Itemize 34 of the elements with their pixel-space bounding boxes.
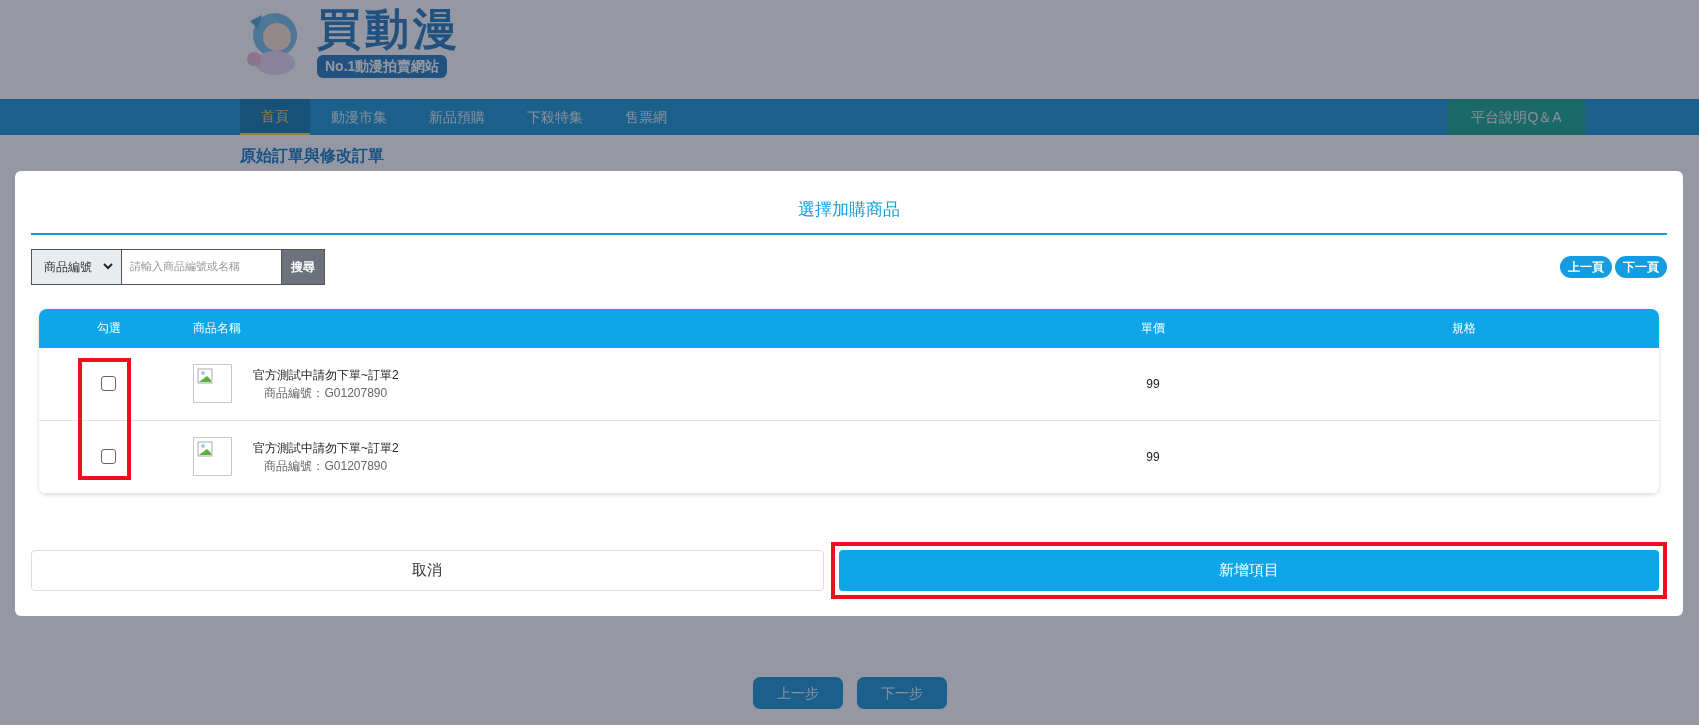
cancel-button[interactable]: 取消 xyxy=(31,549,824,591)
column-header: 勾選 xyxy=(96,321,121,335)
column-header: 規格 xyxy=(1451,321,1476,335)
product-name: 官方測試中請勿下單~訂單2 xyxy=(253,366,399,384)
product-name: 官方測試中請勿下單~訂單2 xyxy=(253,439,399,457)
broken-image-icon xyxy=(193,437,232,476)
page-title: 原始訂單與修改訂單 xyxy=(240,146,385,166)
logo-title: 買動漫 xyxy=(317,7,461,51)
nav-tab[interactable]: 售票網 xyxy=(604,99,688,135)
add-button[interactable]: 新增項目 xyxy=(838,549,1659,591)
nav-tab[interactable]: 下殺特集 xyxy=(506,99,604,135)
search-field[interactable]: 請輸入商品編號或名稱 xyxy=(122,248,282,285)
search-button[interactable]: 搜尋 xyxy=(282,248,325,285)
help-button[interactable]: 平台說明Q＆A xyxy=(1448,99,1585,135)
broken-image-icon xyxy=(193,364,232,403)
column-header: 商品名稱 xyxy=(193,320,241,337)
logo-tagline: No.1動漫拍賣網站 xyxy=(317,54,448,78)
nav-tab[interactable]: 新品預購 xyxy=(408,99,506,135)
price: 99 xyxy=(1146,377,1160,391)
chevron-down-icon xyxy=(103,263,113,270)
checkbox[interactable] xyxy=(101,449,116,464)
step-button[interactable]: 上一步 xyxy=(752,677,843,709)
pager-button[interactable]: 下一頁 xyxy=(1615,255,1667,278)
product-code: 商品編號：G01207890 xyxy=(264,457,388,475)
price: 99 xyxy=(1146,450,1160,464)
checkbox[interactable] xyxy=(101,376,116,391)
nav-tab[interactable]: 首頁 xyxy=(240,99,310,135)
column-header: 單價 xyxy=(1141,321,1165,335)
pager-button[interactable]: 上一頁 xyxy=(1559,255,1612,278)
filter-select[interactable]: 商品編號 xyxy=(31,248,122,285)
nav-tab[interactable]: 動漫市集 xyxy=(310,99,408,135)
step-button[interactable]: 下一步 xyxy=(856,677,947,709)
dialog-title: 選擇加購商品 xyxy=(31,171,1667,235)
product-code: 商品編號：G01207890 xyxy=(264,384,388,402)
